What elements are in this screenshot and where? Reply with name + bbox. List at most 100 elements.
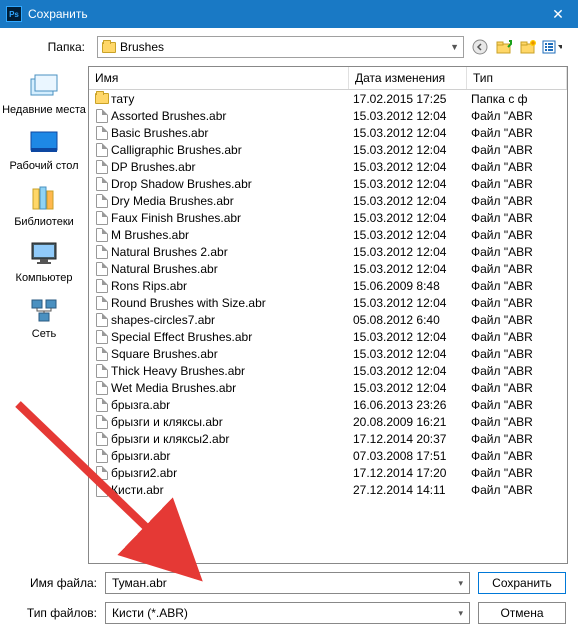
nav-toolbar [470, 37, 562, 57]
file-name: DP Brushes.abr [111, 160, 353, 174]
table-row[interactable]: тату17.02.2015 17:25Папка с ф [89, 90, 567, 107]
file-icon [93, 398, 111, 412]
place-network[interactable]: Сеть [28, 296, 60, 340]
filename-input[interactable]: Туман.abr [105, 572, 470, 594]
file-icon [93, 347, 111, 361]
file-icon [93, 415, 111, 429]
file-icon [93, 432, 111, 446]
place-network-label: Сеть [28, 328, 60, 340]
file-type: Файл "ABR [471, 160, 563, 174]
cancel-button[interactable]: Отмена [478, 602, 566, 624]
col-name[interactable]: Имя [89, 67, 349, 89]
table-row[interactable]: Rons Rips.abr15.06.2009 8:48Файл "ABR [89, 277, 567, 294]
file-name: Round Brushes with Size.abr [111, 296, 353, 310]
file-type: Файл "ABR [471, 398, 563, 412]
window-title: Сохранить [28, 7, 538, 21]
file-type: Файл "ABR [471, 347, 563, 361]
file-area: Имя Дата изменения Тип тату17.02.2015 17… [88, 66, 568, 564]
table-row[interactable]: Drop Shadow Brushes.abr15.03.2012 12:04Ф… [89, 175, 567, 192]
col-date[interactable]: Дата изменения [349, 67, 467, 89]
place-desktop[interactable]: Рабочий стол [9, 128, 78, 172]
file-type: Файл "ABR [471, 211, 563, 225]
file-icon [93, 109, 111, 123]
table-row[interactable]: брызги2.abr17.12.2014 17:20Файл "ABR [89, 464, 567, 481]
file-name: Rons Rips.abr [111, 279, 353, 293]
save-button[interactable]: Сохранить [478, 572, 566, 594]
file-date: 07.03.2008 17:51 [353, 449, 471, 463]
table-row[interactable]: Square Brushes.abr15.03.2012 12:04Файл "… [89, 345, 567, 362]
computer-icon [28, 240, 60, 268]
table-row[interactable]: Faux Finish Brushes.abr15.03.2012 12:04Ф… [89, 209, 567, 226]
filetype-dropdown[interactable]: Кисти (*.ABR) [105, 602, 470, 624]
file-type: Файл "ABR [471, 245, 563, 259]
file-type: Файл "ABR [471, 109, 563, 123]
place-computer[interactable]: Компьютер [16, 240, 73, 284]
file-name: Special Effect Brushes.abr [111, 330, 353, 344]
table-row[interactable]: Special Effect Brushes.abr15.03.2012 12:… [89, 328, 567, 345]
file-date: 17.12.2014 20:37 [353, 432, 471, 446]
table-row[interactable]: Thick Heavy Brushes.abr15.03.2012 12:04Ф… [89, 362, 567, 379]
filetype-label: Тип файлов: [12, 606, 97, 620]
table-row[interactable]: Кисти.abr27.12.2014 14:11Файл "ABR [89, 481, 567, 498]
file-name: Basic Brushes.abr [111, 126, 353, 140]
file-name: Thick Heavy Brushes.abr [111, 364, 353, 378]
col-type[interactable]: Тип [467, 67, 567, 89]
file-icon [93, 194, 111, 208]
table-row[interactable]: брызги.abr07.03.2008 17:51Файл "ABR [89, 447, 567, 464]
table-row[interactable]: Natural Brushes.abr15.03.2012 12:04Файл … [89, 260, 567, 277]
file-type: Файл "ABR [471, 313, 563, 327]
table-row[interactable]: shapes-circles7.abr05.08.2012 6:40Файл "… [89, 311, 567, 328]
file-icon [93, 313, 111, 327]
close-button[interactable]: ✕ [538, 0, 578, 28]
table-row[interactable]: M Brushes.abr15.03.2012 12:04Файл "ABR [89, 226, 567, 243]
folder-label: Папка: [16, 40, 91, 54]
table-row[interactable]: Round Brushes with Size.abr15.03.2012 12… [89, 294, 567, 311]
file-name: брызги2.abr [111, 466, 353, 480]
back-button[interactable] [470, 37, 490, 57]
file-icon [93, 330, 111, 344]
file-icon [93, 177, 111, 191]
table-row[interactable]: DP Brushes.abr15.03.2012 12:04Файл "ABR [89, 158, 567, 175]
table-row[interactable]: Natural Brushes 2.abr15.03.2012 12:04Фай… [89, 243, 567, 260]
file-name: Кисти.abr [111, 483, 353, 497]
file-type: Файл "ABR [471, 279, 563, 293]
views-button[interactable] [542, 37, 562, 57]
place-recent-label: Недавние места [2, 104, 86, 116]
file-name: брызги и кляксы2.abr [111, 432, 353, 446]
table-row[interactable]: брызга.abr16.06.2013 23:26Файл "ABR [89, 396, 567, 413]
file-type: Папка с ф [471, 92, 563, 106]
table-row[interactable]: Dry Media Brushes.abr15.03.2012 12:04Фай… [89, 192, 567, 209]
file-date: 15.03.2012 12:04 [353, 364, 471, 378]
table-row[interactable]: Calligraphic Brushes.abr15.03.2012 12:04… [89, 141, 567, 158]
table-row[interactable]: брызги и кляксы.abr20.08.2009 16:21Файл … [89, 413, 567, 430]
file-type: Файл "ABR [471, 466, 563, 480]
file-icon [93, 126, 111, 140]
file-name: брызги.abr [111, 449, 353, 463]
file-icon [93, 279, 111, 293]
file-name: Dry Media Brushes.abr [111, 194, 353, 208]
places-bar: Недавние места Рабочий стол Библиотеки К… [0, 66, 88, 566]
place-libraries[interactable]: Библиотеки [14, 184, 74, 228]
titlebar: Ps Сохранить ✕ [0, 0, 578, 28]
table-row[interactable]: Basic Brushes.abr15.03.2012 12:04Файл "A… [89, 124, 567, 141]
up-button[interactable] [494, 37, 514, 57]
place-libraries-label: Библиотеки [14, 216, 74, 228]
file-date: 15.03.2012 12:04 [353, 194, 471, 208]
file-name: тату [111, 92, 353, 106]
table-row[interactable]: брызги и кляксы2.abr17.12.2014 20:37Файл… [89, 430, 567, 447]
place-recent[interactable]: Недавние места [2, 72, 86, 116]
file-list[interactable]: тату17.02.2015 17:25Папка с фAssorted Br… [89, 90, 567, 563]
filename-label: Имя файла: [12, 576, 97, 590]
file-type: Файл "ABR [471, 194, 563, 208]
new-folder-button[interactable] [518, 37, 538, 57]
file-date: 16.06.2013 23:26 [353, 398, 471, 412]
table-row[interactable]: Assorted Brushes.abr15.03.2012 12:04Файл… [89, 107, 567, 124]
file-date: 20.08.2009 16:21 [353, 415, 471, 429]
file-date: 15.03.2012 12:04 [353, 160, 471, 174]
folder-dropdown[interactable]: Brushes ▼ [97, 36, 464, 58]
file-type: Файл "ABR [471, 432, 563, 446]
table-row[interactable]: Wet Media Brushes.abr15.03.2012 12:04Фай… [89, 379, 567, 396]
file-type: Файл "ABR [471, 126, 563, 140]
file-name: брызга.abr [111, 398, 353, 412]
file-type: Файл "ABR [471, 449, 563, 463]
